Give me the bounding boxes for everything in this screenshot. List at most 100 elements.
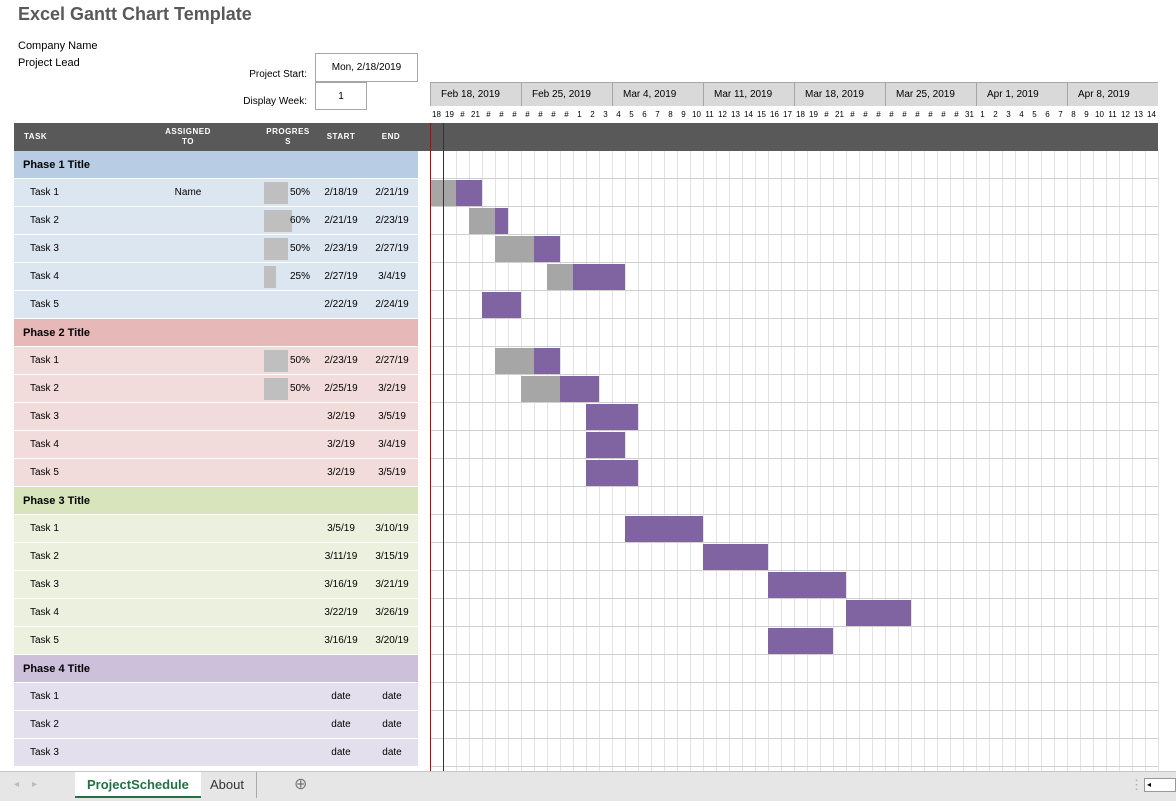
grid-line [937, 151, 938, 771]
task-end[interactable]: 2/27/19 [367, 235, 417, 263]
task-progress[interactable]: 50% [264, 375, 310, 403]
task-end[interactable]: 2/27/19 [367, 347, 417, 375]
task-row: Task 2 60% 2/21/19 2/23/19 [14, 207, 418, 235]
progress-done-bar [521, 376, 560, 402]
grid-line [781, 151, 782, 771]
task-end[interactable]: date [367, 739, 417, 767]
task-assigned[interactable]: Name [154, 179, 222, 207]
task-end[interactable]: date [367, 683, 417, 711]
task-name[interactable]: Task 4 [30, 263, 59, 291]
task-name[interactable]: Task 3 [30, 571, 59, 599]
task-start[interactable]: 2/18/19 [316, 179, 366, 207]
task-start[interactable]: 2/23/19 [316, 235, 366, 263]
task-end[interactable]: 3/5/19 [367, 403, 417, 431]
task-start[interactable]: 2/23/19 [316, 347, 366, 375]
task-bar [573, 264, 625, 290]
task-end[interactable]: 2/21/19 [367, 179, 417, 207]
grid-line [755, 151, 756, 771]
task-name[interactable]: Task 1 [30, 179, 59, 207]
task-name[interactable]: Task 3 [30, 235, 59, 263]
task-start[interactable]: 3/2/19 [316, 431, 366, 459]
task-start[interactable]: 2/21/19 [316, 207, 366, 235]
task-end[interactable]: 3/4/19 [367, 431, 417, 459]
tab-about[interactable]: About [198, 772, 257, 798]
grid-line [924, 151, 925, 771]
project-start-input[interactable]: Mon, 2/18/2019 [315, 53, 418, 82]
row-line [430, 262, 1158, 263]
task-start[interactable]: date [316, 683, 366, 711]
task-start[interactable]: 3/16/19 [316, 571, 366, 599]
day-number: # [495, 106, 508, 123]
task-name[interactable]: Task 3 [30, 403, 59, 431]
task-start[interactable]: date [316, 711, 366, 739]
task-start[interactable]: 3/2/19 [316, 459, 366, 487]
task-end[interactable]: 3/26/19 [367, 599, 417, 627]
task-end[interactable]: 3/4/19 [367, 263, 417, 291]
task-name[interactable]: Task 4 [30, 599, 59, 627]
task-end[interactable]: 3/5/19 [367, 459, 417, 487]
task-name[interactable]: Task 2 [30, 375, 59, 403]
task-progress[interactable]: 60% [264, 207, 310, 235]
row-line [430, 542, 1158, 543]
tab-projectschedule[interactable]: ProjectSchedule [75, 772, 201, 798]
grid-line [677, 151, 678, 771]
scroll-right-icon[interactable]: ▸ [20, 772, 49, 798]
task-name[interactable]: Task 1 [30, 683, 59, 711]
task-row: Task 3 50% 2/23/19 2/27/19 [14, 235, 418, 263]
task-start[interactable]: 3/5/19 [316, 515, 366, 543]
task-end[interactable]: 3/2/19 [367, 375, 417, 403]
task-row: Task 1 50% 2/23/19 2/27/19 [14, 347, 418, 375]
task-name[interactable]: Task 2 [30, 543, 59, 571]
task-bar [846, 600, 911, 626]
row-line [430, 766, 1158, 767]
task-start[interactable]: 3/11/19 [316, 543, 366, 571]
task-name[interactable]: Task 2 [30, 207, 59, 235]
task-end[interactable]: 3/20/19 [367, 627, 417, 655]
task-bar [768, 572, 846, 598]
day-number: 4 [1015, 106, 1028, 123]
task-end[interactable]: 3/10/19 [367, 515, 417, 543]
row-line [430, 570, 1158, 571]
task-end[interactable]: 3/15/19 [367, 543, 417, 571]
project-lead[interactable]: Project Lead [18, 57, 80, 69]
task-end[interactable]: 2/24/19 [367, 291, 417, 319]
task-start[interactable]: 2/27/19 [316, 263, 366, 291]
task-row: Task 4 3/22/19 3/26/19 [14, 599, 418, 627]
task-name[interactable]: Task 1 [30, 515, 59, 543]
add-sheet-icon[interactable]: ⊕ [282, 772, 319, 798]
grid-line [898, 151, 899, 771]
task-progress[interactable]: 50% [264, 235, 310, 263]
task-name[interactable]: Task 4 [30, 431, 59, 459]
company-name[interactable]: Company Name [18, 40, 97, 52]
grid-line [794, 151, 795, 771]
table-header: TASK ASSIGNED TO PROGRES S START END [14, 123, 430, 151]
display-week-input[interactable]: 1 [315, 82, 367, 110]
task-start[interactable]: 2/25/19 [316, 375, 366, 403]
task-progress[interactable]: 25% [264, 263, 310, 291]
task-name[interactable]: Task 5 [30, 627, 59, 655]
grid-line [664, 151, 665, 771]
task-row: Task 2 50% 2/25/19 3/2/19 [14, 375, 418, 403]
week-header: Apr 8, 2019 [1067, 82, 1158, 106]
task-name[interactable]: Task 3 [30, 739, 59, 767]
row-line [430, 178, 1158, 179]
task-name[interactable]: Task 5 [30, 459, 59, 487]
task-name[interactable]: Task 1 [30, 347, 59, 375]
task-start[interactable]: date [316, 739, 366, 767]
task-end[interactable]: date [367, 711, 417, 739]
task-start[interactable]: 3/22/19 [316, 599, 366, 627]
task-name[interactable]: Task 5 [30, 291, 59, 319]
task-progress[interactable]: 50% [264, 347, 310, 375]
task-progress[interactable]: 50% [264, 179, 310, 207]
task-name[interactable]: Task 2 [30, 711, 59, 739]
day-number: # [911, 106, 924, 123]
task-end[interactable]: 3/21/19 [367, 571, 417, 599]
task-end[interactable]: 2/23/19 [367, 207, 417, 235]
grid-line [1002, 151, 1003, 771]
horizontal-scrollbar[interactable]: ◂ [1144, 778, 1176, 792]
task-bar [768, 628, 833, 654]
task-start[interactable]: 3/16/19 [316, 627, 366, 655]
task-start[interactable]: 3/2/19 [316, 403, 366, 431]
task-start[interactable]: 2/22/19 [316, 291, 366, 319]
task-bar [534, 236, 560, 262]
